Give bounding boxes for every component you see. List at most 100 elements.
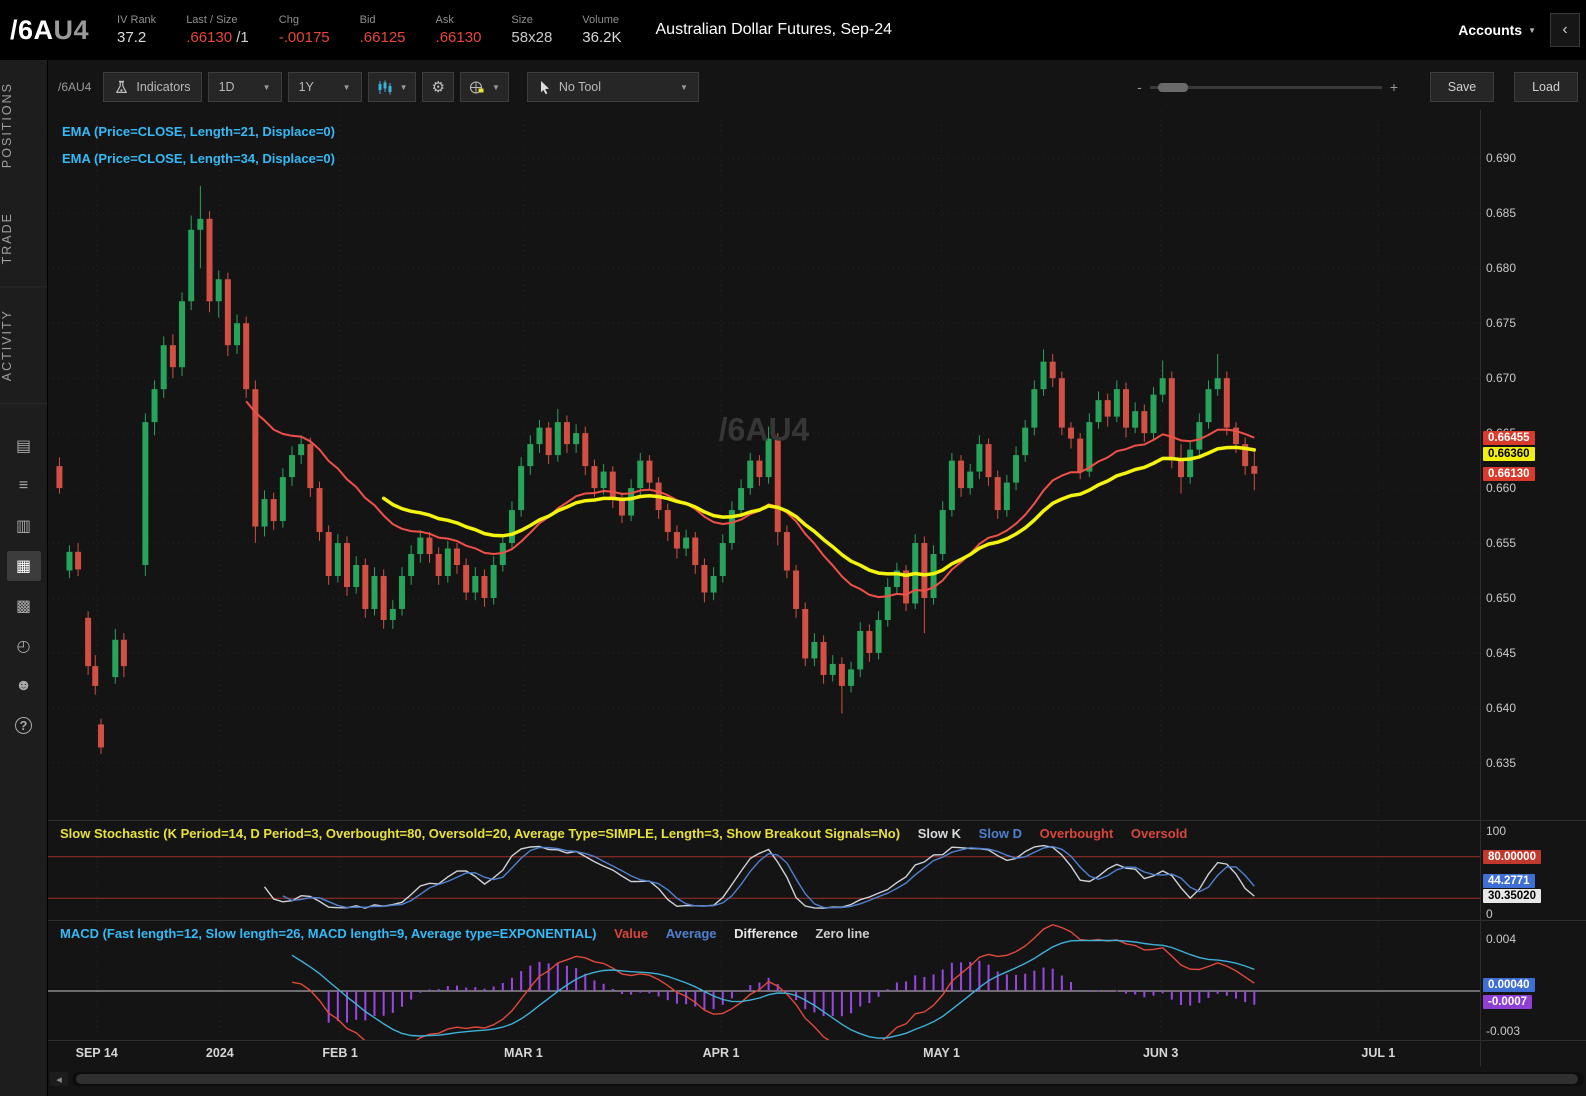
dashboard-icon[interactable]: ▩ [7, 591, 41, 621]
orders-icon[interactable]: ▥ [7, 511, 41, 541]
macd-legend-average: Average [666, 926, 717, 941]
drawing-set-dropdown[interactable]: ▼ [460, 72, 509, 102]
zoom-slider[interactable] [1150, 86, 1382, 89]
field-value: -.00175 [279, 29, 330, 46]
scrollbar-track[interactable] [72, 1072, 1584, 1086]
field-value: 37.2 [117, 29, 156, 46]
macd-axis[interactable]: 0.004 -0.003 0.00040-0.0007 [1480, 921, 1586, 1040]
zoom-slider-thumb[interactable] [1158, 83, 1188, 92]
macd-pane: MACD (Fast length=12, Slow length=26, MA… [48, 920, 1586, 1040]
chart-settings-button[interactable]: ⚙ [422, 72, 453, 102]
field-label: Bid [360, 14, 406, 26]
stoch-legend-slow-k: Slow K [918, 826, 961, 841]
scroll-left-button[interactable]: ◂ [50, 1072, 68, 1086]
price-axis-tick: 0.675 [1486, 316, 1516, 330]
stoch-legend-slow-d: Slow D [979, 826, 1022, 841]
macd-label-row: MACD (Fast length=12, Slow length=26, MA… [60, 926, 870, 941]
price-axis-tick: 0.690 [1486, 151, 1516, 165]
field-bid: Bid .66125 [360, 14, 406, 46]
time-axis-label: JUN 3 [1143, 1046, 1178, 1060]
toolbar-symbol-label: /6AU4 [58, 80, 91, 94]
clock-icon[interactable]: ◴ [7, 631, 41, 661]
field-value: .66130 /1 [186, 29, 249, 46]
zoom-control: - + [1137, 79, 1398, 95]
gear-icon: ⚙ [431, 78, 444, 96]
left-sidebar: POSITIONS TRADE ACTIVITY ▤ ≡ ▥ ▦ ▩ ◴ ☻ ? [0, 60, 48, 1096]
save-button[interactable]: Save [1430, 72, 1494, 102]
stochastic-pane: Slow Stochastic (K Period=14, D Period=3… [48, 820, 1586, 920]
field-value: 58x28 [511, 29, 552, 46]
field-label: Chg [279, 14, 330, 26]
time-axis-label: FEB 1 [322, 1046, 357, 1060]
help-icon[interactable]: ? [7, 711, 41, 741]
time-axis-label: MAR 1 [504, 1046, 543, 1060]
price-axis-tick: 0.650 [1486, 591, 1516, 605]
quote-header: /6AU4 IV Rank 37.2 Last / Size .66130 /1… [0, 0, 1586, 60]
time-axis[interactable]: SEP 142024FEB 1MAR 1APR 1MAY 1JUN 3JUL 1 [48, 1040, 1586, 1066]
active-tool-dropdown[interactable]: No Tool ▼ [527, 72, 699, 102]
price-chart-svg [48, 110, 1480, 820]
notes-icon[interactable]: ▤ [7, 431, 41, 461]
timeframe-dropdown[interactable]: 1D ▼ [208, 72, 282, 102]
price-plot[interactable]: EMA (Price=CLOSE, Length=21, Displace=0)… [48, 110, 1480, 820]
symbol-title: /6AU4 [10, 15, 89, 46]
price-axis-tick: 0.640 [1486, 701, 1516, 715]
accounts-dropdown[interactable]: Accounts ▼ [1458, 22, 1536, 38]
macd-legend-value: Value [614, 926, 648, 941]
macd-axis-bottom: -0.003 [1486, 1024, 1520, 1038]
price-axis-tick: 0.645 [1486, 646, 1516, 660]
symbol-root: /6A [10, 15, 54, 45]
zoom-in-button[interactable]: + [1390, 79, 1398, 95]
field-size: Size 58x28 [511, 14, 552, 46]
sidebar-tab-positions[interactable]: POSITIONS [0, 60, 47, 190]
flask-icon [114, 80, 129, 95]
chevron-down-icon: ▼ [492, 83, 500, 92]
price-axis-tick: 0.655 [1486, 536, 1516, 550]
price-axis-tick: 0.660 [1486, 481, 1516, 495]
chart-icon[interactable]: ▦ [7, 551, 41, 581]
macd-axis-bubble: -0.0007 [1483, 995, 1532, 1009]
stochastic-label-row: Slow Stochastic (K Period=14, D Period=3… [60, 826, 1187, 841]
range-dropdown[interactable]: 1Y ▼ [288, 72, 362, 102]
macd-axis-top: 0.004 [1486, 932, 1516, 946]
sidebar-tab-trade[interactable]: TRADE [0, 190, 47, 287]
stochastic-plot[interactable]: Slow Stochastic (K Period=14, D Period=3… [48, 821, 1480, 920]
sidebar-tab-activity[interactable]: ACTIVITY [0, 287, 47, 404]
chart-style-dropdown[interactable]: ▼ [368, 72, 417, 102]
load-button[interactable]: Load [1514, 72, 1578, 102]
drawing-set-icon [469, 80, 485, 95]
people-icon[interactable]: ☻ [7, 671, 41, 701]
field-label: Volume [582, 14, 621, 26]
field-iv-rank: IV Rank 37.2 [117, 14, 156, 46]
chevron-down-icon: ▼ [1528, 26, 1536, 35]
stoch-legend-overbought: Overbought [1040, 826, 1114, 841]
macd-study-label: MACD (Fast length=12, Slow length=26, MA… [60, 926, 596, 941]
chevron-left-icon: ‹ [1562, 21, 1567, 39]
list-icon[interactable]: ≡ [7, 471, 41, 501]
stochastic-axis-bubble: 44.2771 [1483, 874, 1535, 888]
field-label: Last / Size [186, 14, 249, 26]
time-axis-label: SEP 14 [76, 1046, 118, 1060]
candlestick-style-icon [377, 80, 393, 95]
chevron-down-icon: ▼ [343, 83, 351, 92]
stochastic-study-label: Slow Stochastic (K Period=14, D Period=3… [60, 826, 900, 841]
stochastic-axis[interactable]: 100 0 80.0000044.277130.35020 [1480, 821, 1586, 920]
collapse-panel-button[interactable]: ‹ [1550, 13, 1580, 47]
chevron-down-icon: ▼ [263, 83, 271, 92]
price-axis-tick: 0.635 [1486, 756, 1516, 770]
scrollbar-thumb[interactable] [76, 1074, 1578, 1084]
field-value: .66125 [360, 29, 406, 46]
active-tool-value: No Tool [559, 80, 601, 94]
zoom-out-button[interactable]: - [1137, 79, 1142, 95]
timeframe-value: 1D [219, 80, 235, 94]
field-volume: Volume 36.2K [582, 14, 621, 46]
macd-plot[interactable]: MACD (Fast length=12, Slow length=26, MA… [48, 921, 1480, 1040]
instrument-description: Australian Dollar Futures, Sep-24 [656, 21, 893, 39]
symbol-contract: U4 [54, 15, 90, 45]
price-axis[interactable]: 0.6900.6850.6800.6750.6700.6650.6600.655… [1480, 110, 1586, 820]
indicators-button[interactable]: Indicators [103, 72, 201, 102]
field-value: 36.2K [582, 29, 621, 46]
ema34-label: EMA (Price=CLOSE, Length=34, Displace=0) [62, 145, 335, 172]
field-label: Ask [436, 14, 482, 26]
time-axis-label: 2024 [206, 1046, 234, 1060]
